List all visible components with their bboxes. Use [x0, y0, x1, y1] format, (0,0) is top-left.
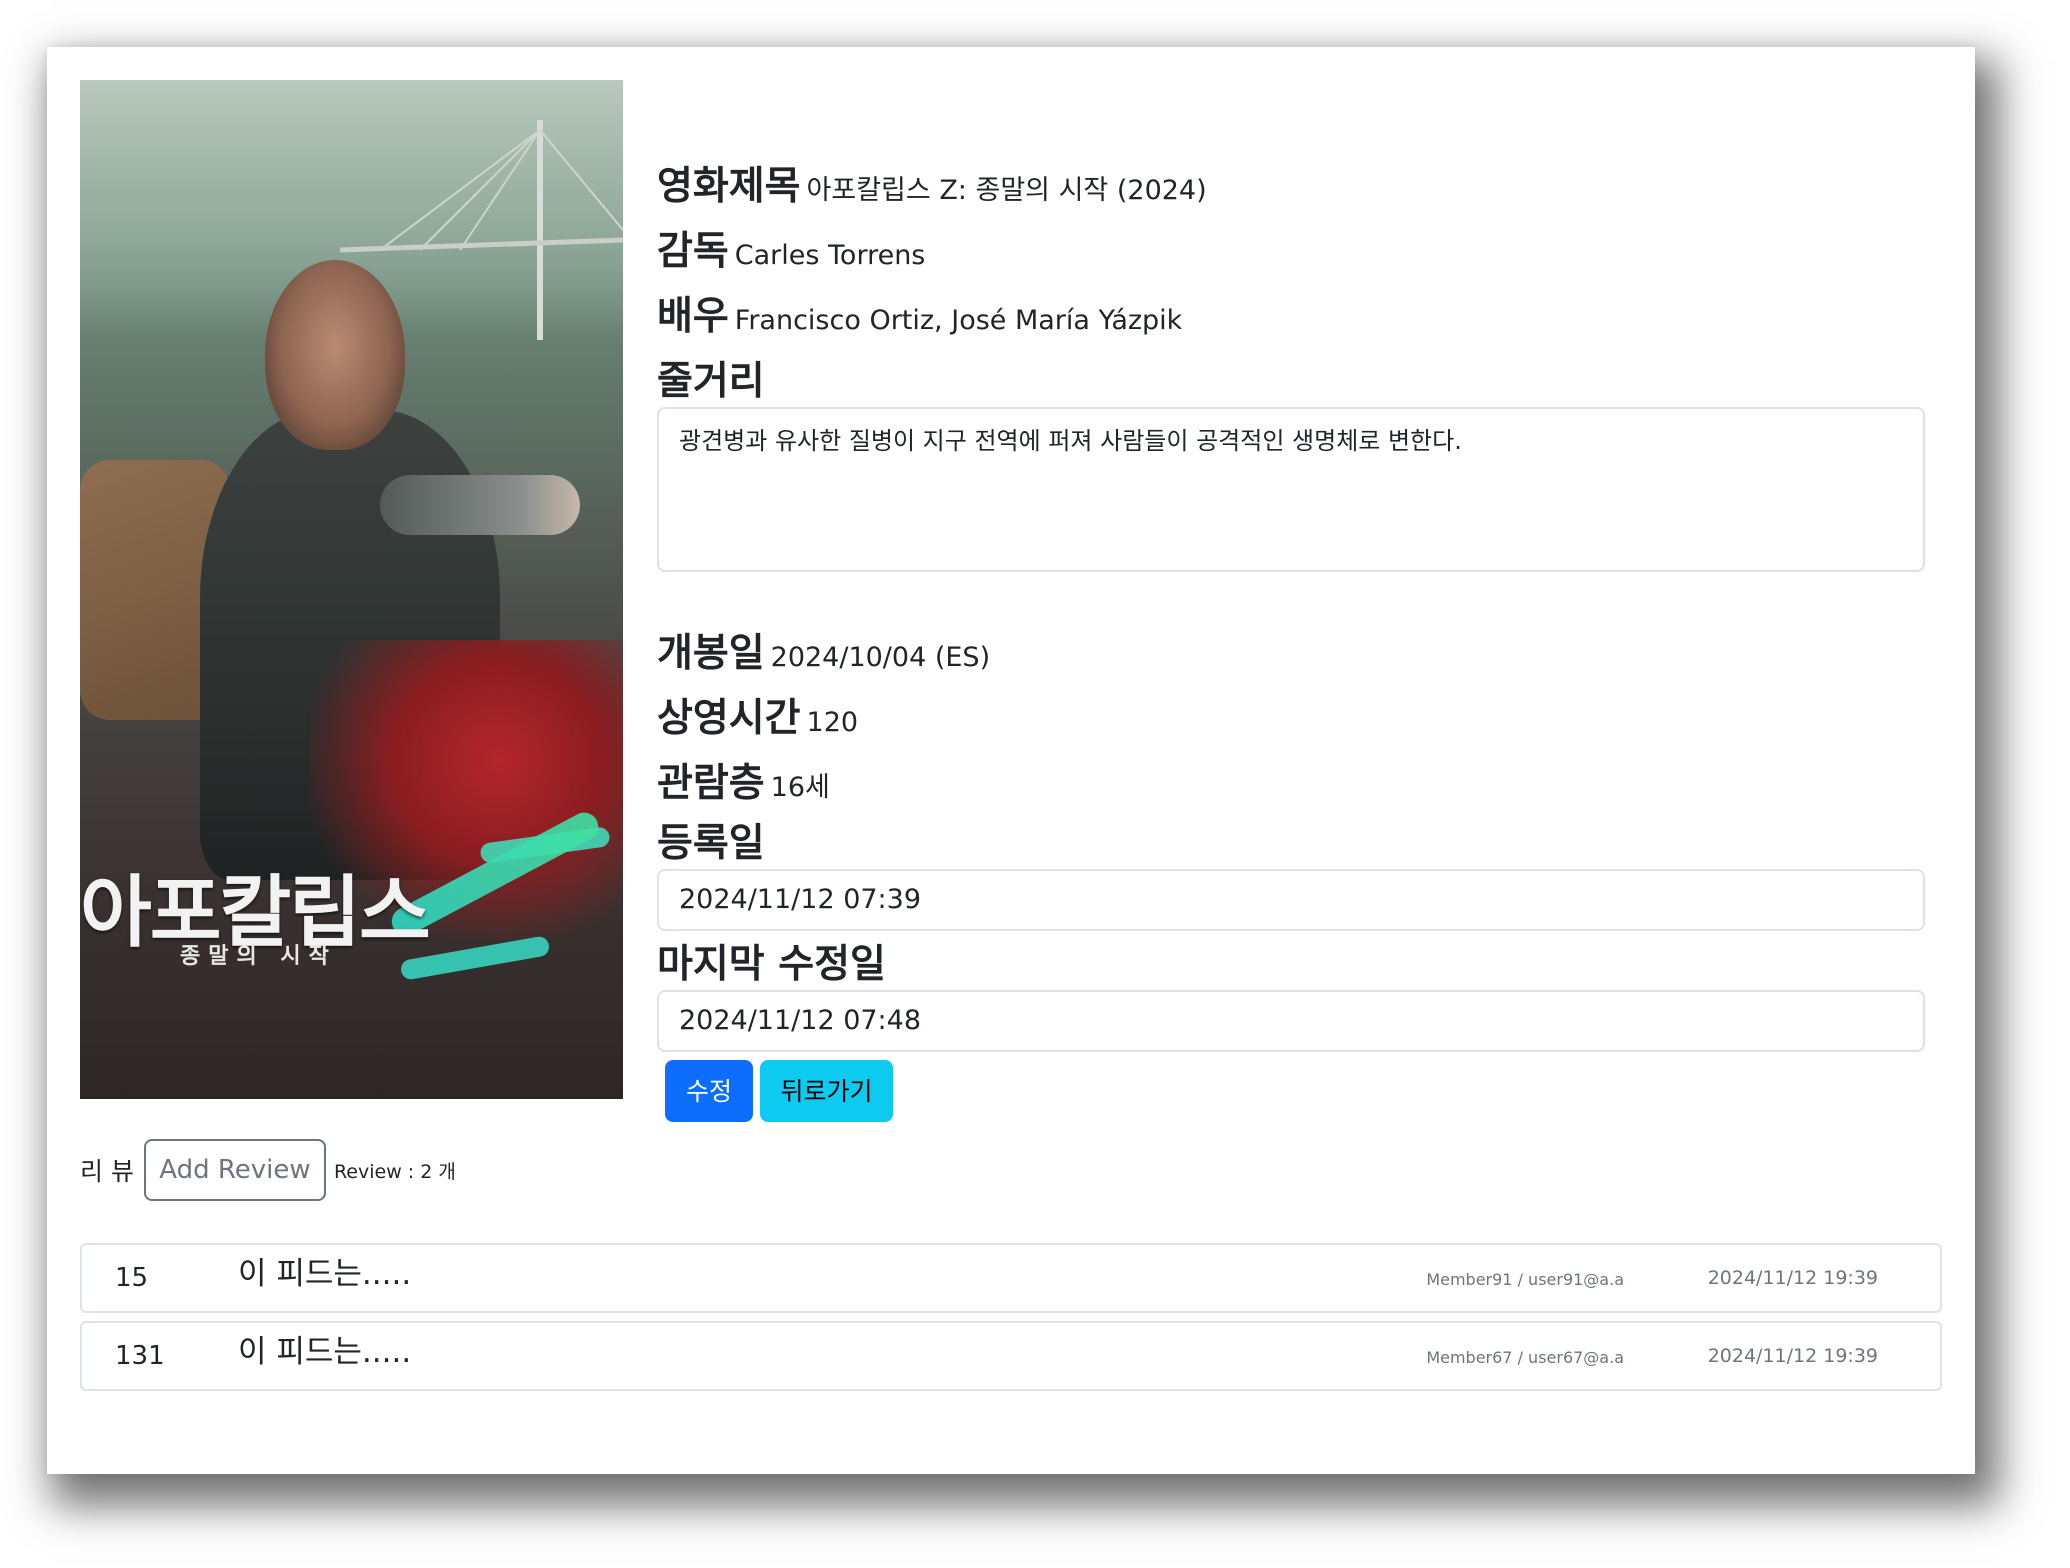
- cast-row: 배우 Francisco Ortiz, José María Yázpik: [657, 285, 1182, 341]
- review-date: 2024/11/12 19:39: [1707, 1345, 1878, 1367]
- poster-rider-head: [265, 260, 405, 450]
- registered-label: 등록일: [657, 821, 765, 866]
- title-value: 아포칼립스 Z: 종말의 시작 (2024): [806, 175, 1207, 206]
- movie-poster: 아포칼립스 종말의 시작: [80, 80, 623, 1099]
- review-number: 131: [115, 1341, 165, 1371]
- review-member: Member91 / user91@a.a: [1426, 1270, 1624, 1289]
- modified-date-field[interactable]: 2024/11/12 07:48: [657, 990, 1925, 1052]
- release-value: 2024/10/04 (ES): [770, 642, 991, 673]
- rating-row: 관람층 16세: [657, 752, 830, 808]
- rating-value: 16세: [770, 772, 830, 803]
- review-section-label: 리 뷰: [80, 1157, 134, 1186]
- runtime-label: 상영시간: [657, 696, 801, 741]
- poster-rider-arm: [380, 475, 580, 535]
- cast-label: 배우: [657, 294, 729, 339]
- plot-row: 줄거리: [657, 350, 765, 406]
- review-count: Review : 2 개: [333, 1160, 456, 1183]
- director-label: 감독: [657, 229, 729, 274]
- page-container: 아포칼립스 종말의 시작 영화제목 아포칼립스 Z: 종말의 시작 (2024) …: [47, 47, 1975, 1474]
- modified-row: 마지막 수정일: [657, 933, 886, 989]
- registered-date-field[interactable]: 2024/11/12 07:39: [657, 869, 1925, 931]
- runtime-row: 상영시간 120: [657, 687, 858, 743]
- director-row: 감독 Carles Torrens: [657, 220, 925, 276]
- modified-label: 마지막 수정일: [657, 942, 886, 987]
- review-list: 15 이 피드는..... Member91 / user91@a.a 2024…: [80, 1243, 1942, 1399]
- review-text: 이 피드는.....: [238, 1334, 412, 1370]
- runtime-value: 120: [806, 707, 859, 738]
- cast-value: Francisco Ortiz, José María Yázpik: [734, 305, 1183, 336]
- release-label: 개봉일: [657, 631, 765, 676]
- review-member: Member67 / user67@a.a: [1426, 1348, 1624, 1367]
- release-row: 개봉일 2024/10/04 (ES): [657, 622, 990, 678]
- rating-label: 관람층: [657, 761, 765, 806]
- add-review-button[interactable]: Add Review: [143, 1139, 326, 1201]
- registered-row: 등록일: [657, 812, 765, 868]
- poster-subtitle-art: 종말의 시작: [180, 944, 337, 969]
- plot-label: 줄거리: [657, 359, 765, 404]
- director-value: Carles Torrens: [734, 240, 926, 271]
- title-label: 영화제목: [657, 164, 801, 209]
- review-item[interactable]: 131 이 피드는..... Member67 / user67@a.a 202…: [80, 1321, 1942, 1391]
- review-header: 리 뷰 Add Review Review : 2 개: [80, 1139, 456, 1201]
- title-row: 영화제목 아포칼립스 Z: 종말의 시작 (2024): [657, 155, 1207, 211]
- review-item[interactable]: 15 이 피드는..... Member91 / user91@a.a 2024…: [80, 1243, 1942, 1313]
- plot-textarea[interactable]: 광견병과 유사한 질병이 지구 전역에 퍼져 사람들이 공격적인 생명체로 변한…: [657, 407, 1925, 572]
- edit-button[interactable]: 수정: [665, 1060, 753, 1122]
- review-number: 15: [115, 1263, 149, 1293]
- review-date: 2024/11/12 19:39: [1707, 1267, 1878, 1289]
- back-button[interactable]: 뒤로가기: [760, 1060, 893, 1122]
- review-text: 이 피드는.....: [238, 1256, 412, 1292]
